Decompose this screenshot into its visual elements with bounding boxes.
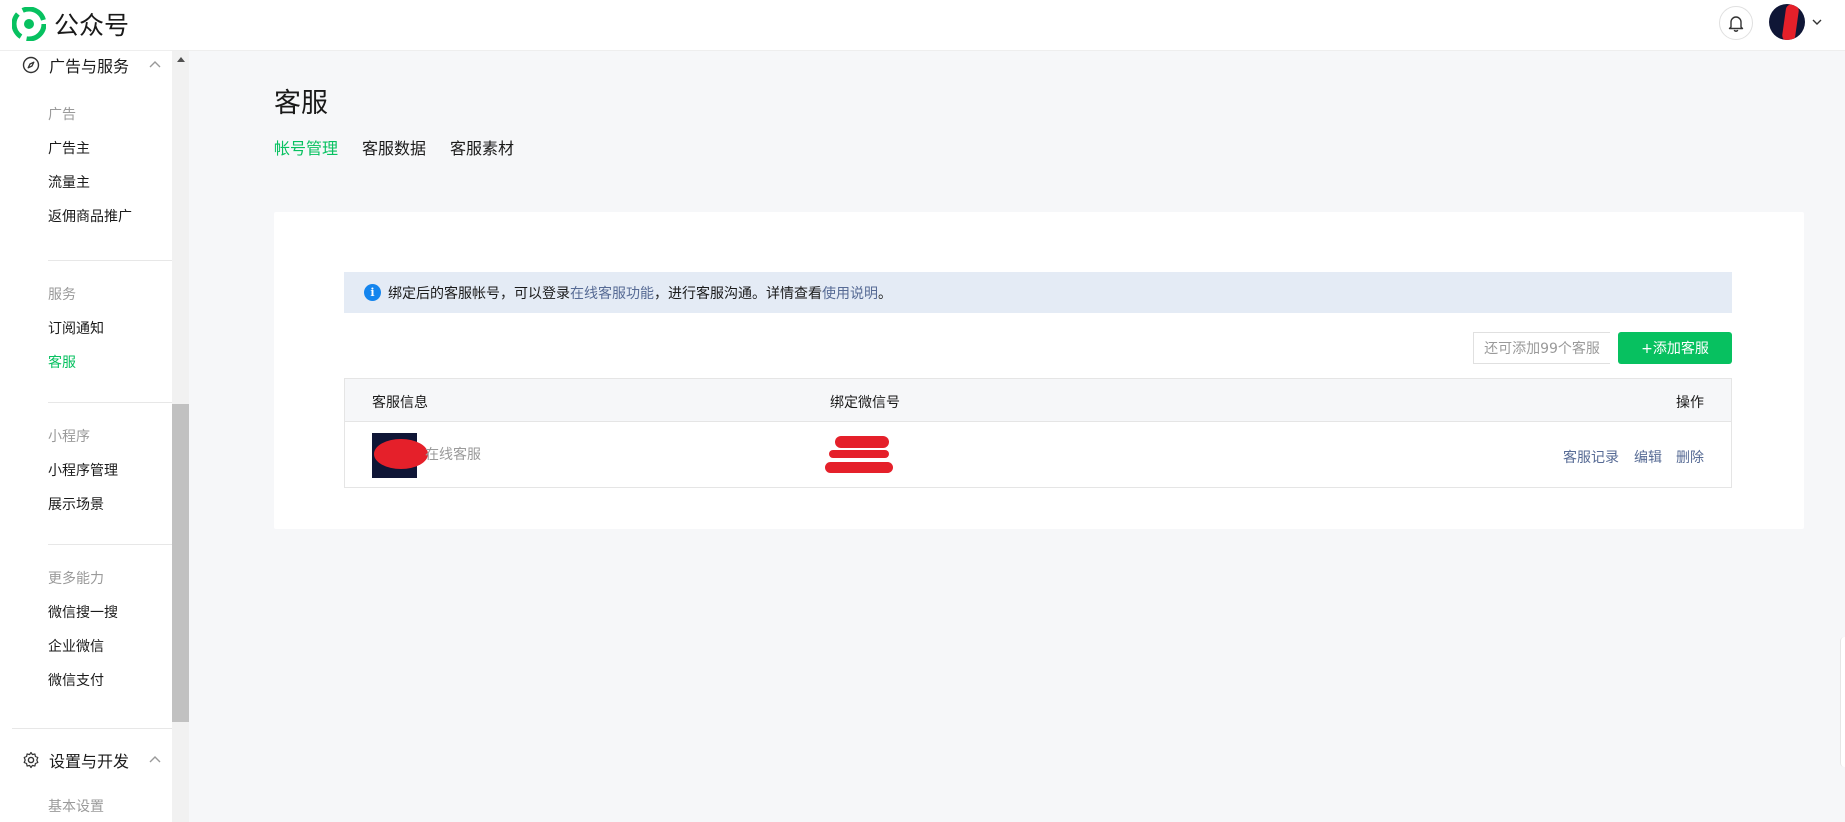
- notice-text-2: ，进行客服沟通。详情查看: [654, 285, 822, 302]
- column-header-wechat: 绑定微信号: [830, 395, 900, 411]
- app-name: 公众号: [54, 11, 130, 40]
- main-content: 客服 帐号管理 客服数据 客服素材 i 绑定后的客服帐号，可以登录 在线客服功能…: [189, 51, 1845, 822]
- sidebar-scrollbar[interactable]: [172, 51, 189, 822]
- column-header-info: 客服信息: [372, 395, 428, 411]
- quota-text: 还可添加99个客服: [1473, 332, 1610, 364]
- app-logo[interactable]: 公众号: [12, 6, 129, 42]
- group-label-service: 服务: [48, 287, 76, 303]
- bell-icon: [1728, 16, 1744, 32]
- sidebar-section-ads[interactable]: 广告与服务: [22, 51, 161, 79]
- add-service-button[interactable]: +添加客服: [1618, 332, 1732, 364]
- side-float-tab[interactable]: [1840, 637, 1845, 767]
- chevron-up-icon[interactable]: [147, 57, 163, 73]
- tab-service-data[interactable]: 客服数据: [362, 141, 426, 220]
- group-label-ads: 广告: [48, 107, 76, 123]
- service-account-card: i 绑定后的客服帐号，可以登录 在线客服功能 ，进行客服沟通。详情查看 使用说明…: [274, 212, 1804, 529]
- sidebar-item-search[interactable]: 微信搜一搜: [48, 602, 118, 622]
- sidebar-item-rebate[interactable]: 返佣商品推广: [48, 206, 132, 226]
- sidebar-item-pay[interactable]: 微信支付: [48, 670, 104, 690]
- sidebar-section-settings[interactable]: 设置与开发: [22, 746, 161, 774]
- divider: [12, 728, 172, 729]
- sidebar-section-settings-title: 设置与开发: [49, 752, 130, 771]
- service-name: 在线客服: [425, 447, 481, 463]
- info-notice: i 绑定后的客服帐号，可以登录 在线客服功能 ，进行客服沟通。详情查看 使用说明…: [344, 272, 1732, 313]
- sidebar-item-basic-settings[interactable]: 基本设置: [48, 796, 104, 816]
- divider: [48, 260, 172, 261]
- notification-button[interactable]: [1719, 6, 1753, 40]
- delete-link[interactable]: 删除: [1676, 447, 1704, 467]
- redacted-wechat-id: [825, 434, 895, 474]
- sidebar-item-work-wechat[interactable]: 企业微信: [48, 636, 104, 656]
- column-header-ops: 操作: [1676, 395, 1704, 411]
- sidebar-section-ads-title: 广告与服务: [49, 57, 130, 76]
- top-bar: 公众号: [0, 0, 1845, 51]
- chevron-down-icon[interactable]: [1811, 16, 1823, 28]
- table-header: 客服信息 绑定微信号 操作: [345, 379, 1731, 422]
- service-table: 客服信息 绑定微信号 操作 在线客服 客服记录 编辑 删除: [344, 378, 1732, 488]
- tab-bar: 帐号管理 客服数据 客服素材: [274, 141, 1804, 221]
- sidebar-item-subscribe[interactable]: 订阅通知: [48, 318, 104, 338]
- wechat-official-logo-icon: [12, 7, 46, 41]
- divider: [48, 402, 172, 403]
- gear-icon: [23, 751, 39, 769]
- sidebar-item-showcase[interactable]: 展示场景: [48, 494, 104, 514]
- sidebar-item-advertiser[interactable]: 广告主: [48, 138, 90, 158]
- online-service-link[interactable]: 在线客服功能: [570, 283, 654, 303]
- service-record-link[interactable]: 客服记录: [1563, 447, 1619, 467]
- compass-icon: [22, 56, 40, 74]
- sidebar-item-publisher[interactable]: 流量主: [48, 172, 90, 192]
- service-avatar: [372, 433, 428, 478]
- scroll-up-arrow-icon[interactable]: [177, 57, 185, 62]
- usage-guide-link[interactable]: 使用说明: [822, 283, 878, 303]
- info-icon: i: [364, 284, 381, 301]
- notice-text-1: 绑定后的客服帐号，可以登录: [388, 285, 570, 302]
- sidebar-scrollbar-thumb[interactable]: [172, 404, 189, 722]
- tab-account-manage[interactable]: 帐号管理: [274, 141, 339, 221]
- table-row: 在线客服 客服记录 编辑 删除: [345, 422, 1731, 487]
- edit-link[interactable]: 编辑: [1634, 447, 1662, 467]
- sidebar-item-customer-service[interactable]: 客服: [48, 352, 76, 372]
- sidebar-item-mp-manage[interactable]: 小程序管理: [48, 460, 118, 480]
- tab-service-material[interactable]: 客服素材: [450, 141, 514, 220]
- user-avatar[interactable]: [1769, 4, 1805, 40]
- chevron-up-icon[interactable]: [147, 752, 163, 768]
- group-label-more: 更多能力: [48, 571, 104, 587]
- group-label-miniprogram: 小程序: [48, 429, 90, 445]
- page-title: 客服: [274, 88, 328, 119]
- sidebar: 广告与服务 广告 广告主 流量主 返佣商品推广 服务 订阅通知 客服 小程序 小…: [0, 51, 189, 822]
- notice-text-3: 。: [878, 285, 892, 302]
- divider: [48, 544, 172, 545]
